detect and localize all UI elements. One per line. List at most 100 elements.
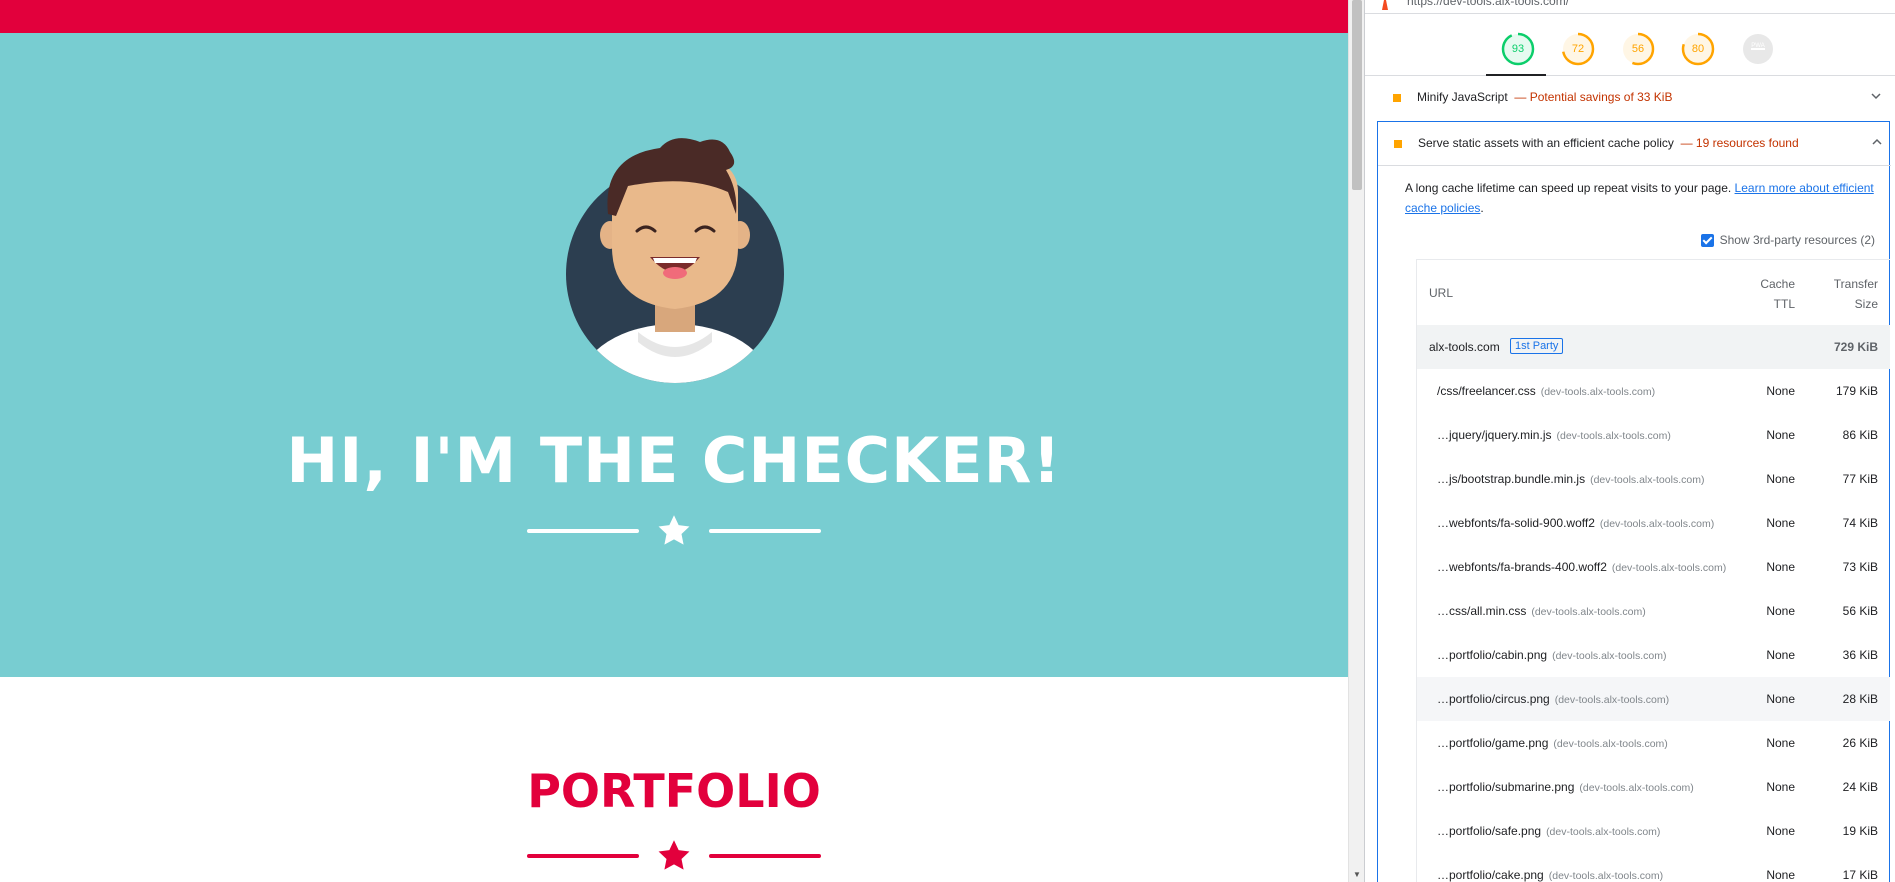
- score-gauge[interactable]: PWA: [1741, 32, 1775, 66]
- resource-host: (dev-tools.alx-tools.com): [1546, 826, 1661, 838]
- resource-url[interactable]: …jquery/jquery.min.js (dev-tools.alx-tool…: [1437, 428, 1671, 442]
- lighthouse-panel: https://dev-tools.alx-tools.com/ 93 72 56 8…: [1364, 0, 1895, 882]
- resource-host: (dev-tools.alx-tools.com): [1553, 738, 1668, 750]
- table-row: …portfolio/game.png (dev-tools.alx-tools.…: [1417, 721, 1890, 765]
- cache-ttl-value: None: [1766, 648, 1795, 662]
- table-row: …css/all.min.css (dev-tools.alx-tools.com…: [1417, 589, 1890, 633]
- audit-cache-policy[interactable]: Serve static assets with an efficient ca…: [1378, 122, 1891, 166]
- scroll-down-arrow-icon[interactable]: ▼: [1349, 868, 1365, 882]
- table-row: …portfolio/submarine.png (dev-tools.alx-t…: [1417, 765, 1890, 809]
- score-gauge[interactable]: 80: [1681, 32, 1715, 66]
- cache-ttl-value: None: [1766, 428, 1795, 442]
- hero-divider: [527, 515, 821, 546]
- resource-url[interactable]: …portfolio/cabin.png (dev-tools.alx-tools…: [1437, 648, 1666, 662]
- transfer-size-value: 19 KiB: [1842, 824, 1878, 838]
- cache-ttl-value: None: [1766, 780, 1795, 794]
- resource-url[interactable]: …portfolio/game.png (dev-tools.alx-tools.…: [1437, 736, 1668, 750]
- resources-table: URL Cache TTL Transfer Size alx-tools.com …: [1416, 259, 1890, 882]
- score-gauge[interactable]: 93: [1501, 32, 1535, 66]
- star-icon: [658, 840, 690, 870]
- table-rows: /css/freelancer.css (dev-tools.alx-tools.…: [1417, 369, 1890, 882]
- resource-url[interactable]: …webfonts/fa-solid-900.woff2 (dev-tools.a…: [1437, 516, 1714, 530]
- gauge-score: 56: [1631, 43, 1645, 55]
- transfer-size-value: 74 KiB: [1842, 516, 1878, 530]
- table-row: …js/bootstrap.bundle.min.js (dev-tools.al…: [1417, 457, 1890, 501]
- scrollbar-thumb[interactable]: [1352, 0, 1362, 190]
- page-scrollbar[interactable]: ▼: [1348, 0, 1364, 882]
- table-group-row: alx-tools.com 1st Party 729 KiB: [1417, 325, 1890, 369]
- transfer-size-value: 56 KiB: [1842, 604, 1878, 618]
- transfer-size-value: 86 KiB: [1842, 428, 1878, 442]
- resource-host: (dev-tools.alx-tools.com): [1579, 782, 1694, 794]
- table-row: /css/freelancer.css (dev-tools.alx-tools.…: [1417, 369, 1890, 413]
- third-party-checkbox[interactable]: [1700, 233, 1714, 247]
- audit-description: A long cache lifetime can speed up repea…: [1405, 181, 1874, 215]
- resource-host: (dev-tools.alx-tools.com): [1552, 650, 1667, 662]
- table-header: URL Cache TTL Transfer Size: [1417, 259, 1890, 325]
- portfolio-heading: PORTFOLIO: [527, 764, 821, 818]
- score-gauge[interactable]: 56: [1621, 32, 1655, 66]
- table-row: …webfonts/fa-brands-400.woff2 (dev-tools.…: [1417, 545, 1890, 589]
- transfer-size-value: 73 KiB: [1842, 560, 1878, 574]
- transfer-size-value: 77 KiB: [1842, 472, 1878, 486]
- transfer-size-value: 26 KiB: [1842, 736, 1878, 750]
- resource-host: (dev-tools.alx-tools.com): [1599, 518, 1715, 530]
- resource-url[interactable]: …portfolio/cake.png (dev-tools.alx-tools.…: [1437, 868, 1663, 882]
- cache-ttl-value: None: [1766, 384, 1795, 398]
- resource-url[interactable]: …portfolio/submarine.png (dev-tools.alx-t…: [1437, 780, 1694, 794]
- transfer-size-value: 24 KiB: [1842, 780, 1878, 794]
- score-gauge[interactable]: 72: [1561, 32, 1595, 66]
- resource-host: (dev-tools.alx-tools.com): [1531, 606, 1646, 618]
- chevron-down-icon[interactable]: [1870, 90, 1882, 102]
- resource-host: (dev-tools.alx-tools.com): [1590, 474, 1705, 486]
- gauge-score: 93: [1511, 43, 1525, 55]
- column-header-cache-ttl: Cache TTL: [1760, 277, 1795, 311]
- resource-url[interactable]: …portfolio/safe.png (dev-tools.alx-tools.…: [1437, 824, 1660, 838]
- navbar: [0, 0, 1348, 33]
- resource-url[interactable]: …css/all.min.css (dev-tools.alx-tools.com…: [1437, 604, 1646, 618]
- audit-minify-javascript[interactable]: Minify JavaScript — Potential savings of…: [1377, 76, 1890, 120]
- first-party-badge: 1st Party: [1510, 338, 1564, 354]
- portfolio-divider: [527, 840, 821, 871]
- hero-title: HI, I'M THE CHECKER!: [286, 424, 1062, 497]
- resource-url[interactable]: …portfolio/circus.png (dev-tools.alx-tool…: [1437, 692, 1669, 706]
- transfer-size-value: 36 KiB: [1842, 648, 1878, 662]
- column-header-url: URL: [1429, 286, 1454, 300]
- group-total: 729 KiB: [1833, 340, 1878, 354]
- resource-host: (dev-tools.alx-tools.com): [1540, 386, 1656, 398]
- cache-ttl-value: None: [1766, 868, 1795, 882]
- audit-cache-policy-expanded: Serve static assets with an efficient ca…: [1377, 121, 1891, 882]
- audit-title: Serve static assets with an efficient ca…: [1418, 136, 1799, 150]
- divider-line: [527, 854, 639, 858]
- gauge-score: PWA: [1751, 43, 1765, 49]
- divider-line: [709, 854, 821, 858]
- resource-host: (dev-tools.alx-tools.com): [1554, 694, 1670, 706]
- audit-title: Minify JavaScript — Potential savings of…: [1417, 90, 1673, 104]
- column-header-transfer-size: Transfer Size: [1833, 277, 1878, 311]
- table-row: …portfolio/cake.png (dev-tools.alx-tools.…: [1417, 853, 1890, 882]
- audit-savings: Potential savings of 33 KiB: [1529, 90, 1673, 104]
- warning-square-icon: [1394, 140, 1402, 148]
- third-party-label: Show 3rd-party resources (2): [1719, 233, 1875, 247]
- resource-url[interactable]: /css/freelancer.css (dev-tools.alx-tools.…: [1437, 384, 1655, 398]
- report-url[interactable]: https://dev-tools.alx-tools.com/: [1407, 0, 1569, 8]
- table-row: …webfonts/fa-solid-900.woff2 (dev-tools.a…: [1417, 501, 1890, 545]
- lighthouse-logo-icon: [1382, 0, 1388, 10]
- cache-ttl-value: None: [1766, 824, 1795, 838]
- resource-url[interactable]: …js/bootstrap.bundle.min.js (dev-tools.al…: [1437, 472, 1704, 486]
- third-party-toggle[interactable]: Show 3rd-party resources (2): [1700, 233, 1875, 247]
- resource-url[interactable]: …webfonts/fa-brands-400.woff2 (dev-tools.…: [1437, 560, 1726, 574]
- resource-host: (dev-tools.alx-tools.com): [1548, 870, 1664, 882]
- transfer-size-value: 179 KiB: [1835, 384, 1878, 398]
- cache-ttl-value: None: [1766, 472, 1795, 486]
- audit-savings: 19 resources found: [1695, 136, 1799, 150]
- chevron-up-icon[interactable]: [1871, 136, 1883, 148]
- page-viewport: HI, I'M THE CHECKER! PORTFOLIO: [0, 0, 1348, 882]
- cache-ttl-value: None: [1766, 516, 1795, 530]
- cache-ttl-value: None: [1766, 560, 1795, 574]
- gauge-score: 80: [1691, 43, 1705, 55]
- cache-ttl-value: None: [1766, 692, 1795, 706]
- table-row: …portfolio/circus.png (dev-tools.alx-tool…: [1417, 677, 1890, 721]
- star-icon: [658, 515, 690, 545]
- resource-host: (dev-tools.alx-tools.com): [1556, 430, 1671, 442]
